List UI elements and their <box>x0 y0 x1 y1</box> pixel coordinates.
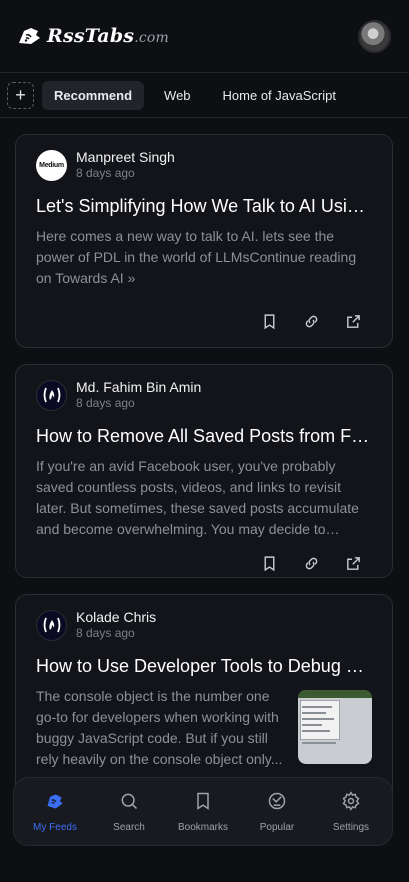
card-actions <box>36 310 372 332</box>
gear-icon <box>342 790 360 811</box>
add-tab-button[interactable]: + <box>7 81 34 109</box>
share-icon <box>346 314 360 328</box>
card-title[interactable]: How to Use Developer Tools to Debug Java… <box>36 654 372 678</box>
app-header: RssTabs.com <box>0 0 409 72</box>
nav-label: Bookmarks <box>177 821 228 833</box>
search-icon <box>121 793 138 809</box>
author-name: Manpreet Singh <box>76 149 175 165</box>
tab-recommend[interactable]: Recommend <box>42 80 145 110</box>
feed-card[interactable]: Md. Fahim Bin Amin 8 days ago How to Rem… <box>15 364 393 578</box>
freecodecamp-logo-icon <box>36 379 67 411</box>
medium-logo-icon: Medium <box>36 149 67 181</box>
card-actions <box>36 552 372 574</box>
nav-label: My Feeds <box>33 821 77 833</box>
article-thumbnail[interactable] <box>298 690 372 764</box>
nav-label: Search <box>113 821 145 833</box>
author-name: Md. Fahim Bin Amin <box>76 379 202 395</box>
card-author: Kolade Chris 8 days ago <box>36 609 372 641</box>
card-title[interactable]: Let's Simplifying How We Talk to AI Usin… <box>36 194 372 218</box>
copy-link-button[interactable] <box>300 552 322 574</box>
card-description: If you're an avid Facebook user, you've … <box>36 458 359 537</box>
bookmark-button[interactable] <box>258 552 280 574</box>
nav-search[interactable]: Search <box>93 791 165 833</box>
nav-label: Settings <box>332 821 370 833</box>
feed-tabs: + Recommend Web Home of JavaScript <box>0 72 409 118</box>
popular-icon <box>268 792 286 809</box>
share-button[interactable] <box>342 552 364 574</box>
nav-settings[interactable]: Settings <box>315 790 387 833</box>
card-author: Md. Fahim Bin Amin 8 days ago <box>36 379 372 411</box>
share-button[interactable] <box>342 310 364 332</box>
freecodecamp-logo-icon <box>36 609 67 641</box>
card-description: The console object is the number one go-… <box>36 688 283 767</box>
copy-link-button[interactable] <box>300 310 322 332</box>
link-icon <box>305 315 317 327</box>
card-description: Here comes a new way to talk to AI. lets… <box>36 228 357 286</box>
nav-popular[interactable]: Popular <box>241 791 313 833</box>
feed-card[interactable]: Medium Manpreet Singh 8 days ago Let's S… <box>15 134 393 348</box>
card-title[interactable]: How to Remove All Saved Posts from Faceb… <box>36 424 372 448</box>
post-time: 8 days ago <box>76 396 135 410</box>
post-time: 8 days ago <box>76 166 135 180</box>
logo-text: RssTabs.com <box>47 25 169 47</box>
bottom-navigation: My Feeds Search Bookmarks Popular Settin… <box>13 777 393 846</box>
feeds-icon <box>47 793 63 808</box>
nav-bookmarks[interactable]: Bookmarks <box>167 791 239 833</box>
rsstabs-logo-icon <box>19 28 40 44</box>
user-avatar[interactable] <box>358 19 391 53</box>
author-name: Kolade Chris <box>76 609 157 625</box>
feed-card[interactable]: Kolade Chris 8 days ago How to Use Devel… <box>15 594 393 808</box>
tab-web[interactable]: Web <box>152 81 203 110</box>
nav-my-feeds[interactable]: My Feeds <box>19 791 91 833</box>
share-icon <box>346 556 360 570</box>
tab-home-of-javascript[interactable]: Home of JavaScript <box>211 81 348 110</box>
post-time: 8 days ago <box>76 626 135 640</box>
app-logo[interactable]: RssTabs.com <box>17 25 169 47</box>
bookmark-button[interactable] <box>258 310 280 332</box>
nav-label: Popular <box>259 821 295 833</box>
card-author: Medium Manpreet Singh 8 days ago <box>36 149 372 181</box>
bookmark-icon <box>264 555 274 571</box>
bookmark-icon <box>264 313 274 329</box>
bookmark-icon <box>197 792 209 810</box>
link-icon <box>305 557 317 569</box>
